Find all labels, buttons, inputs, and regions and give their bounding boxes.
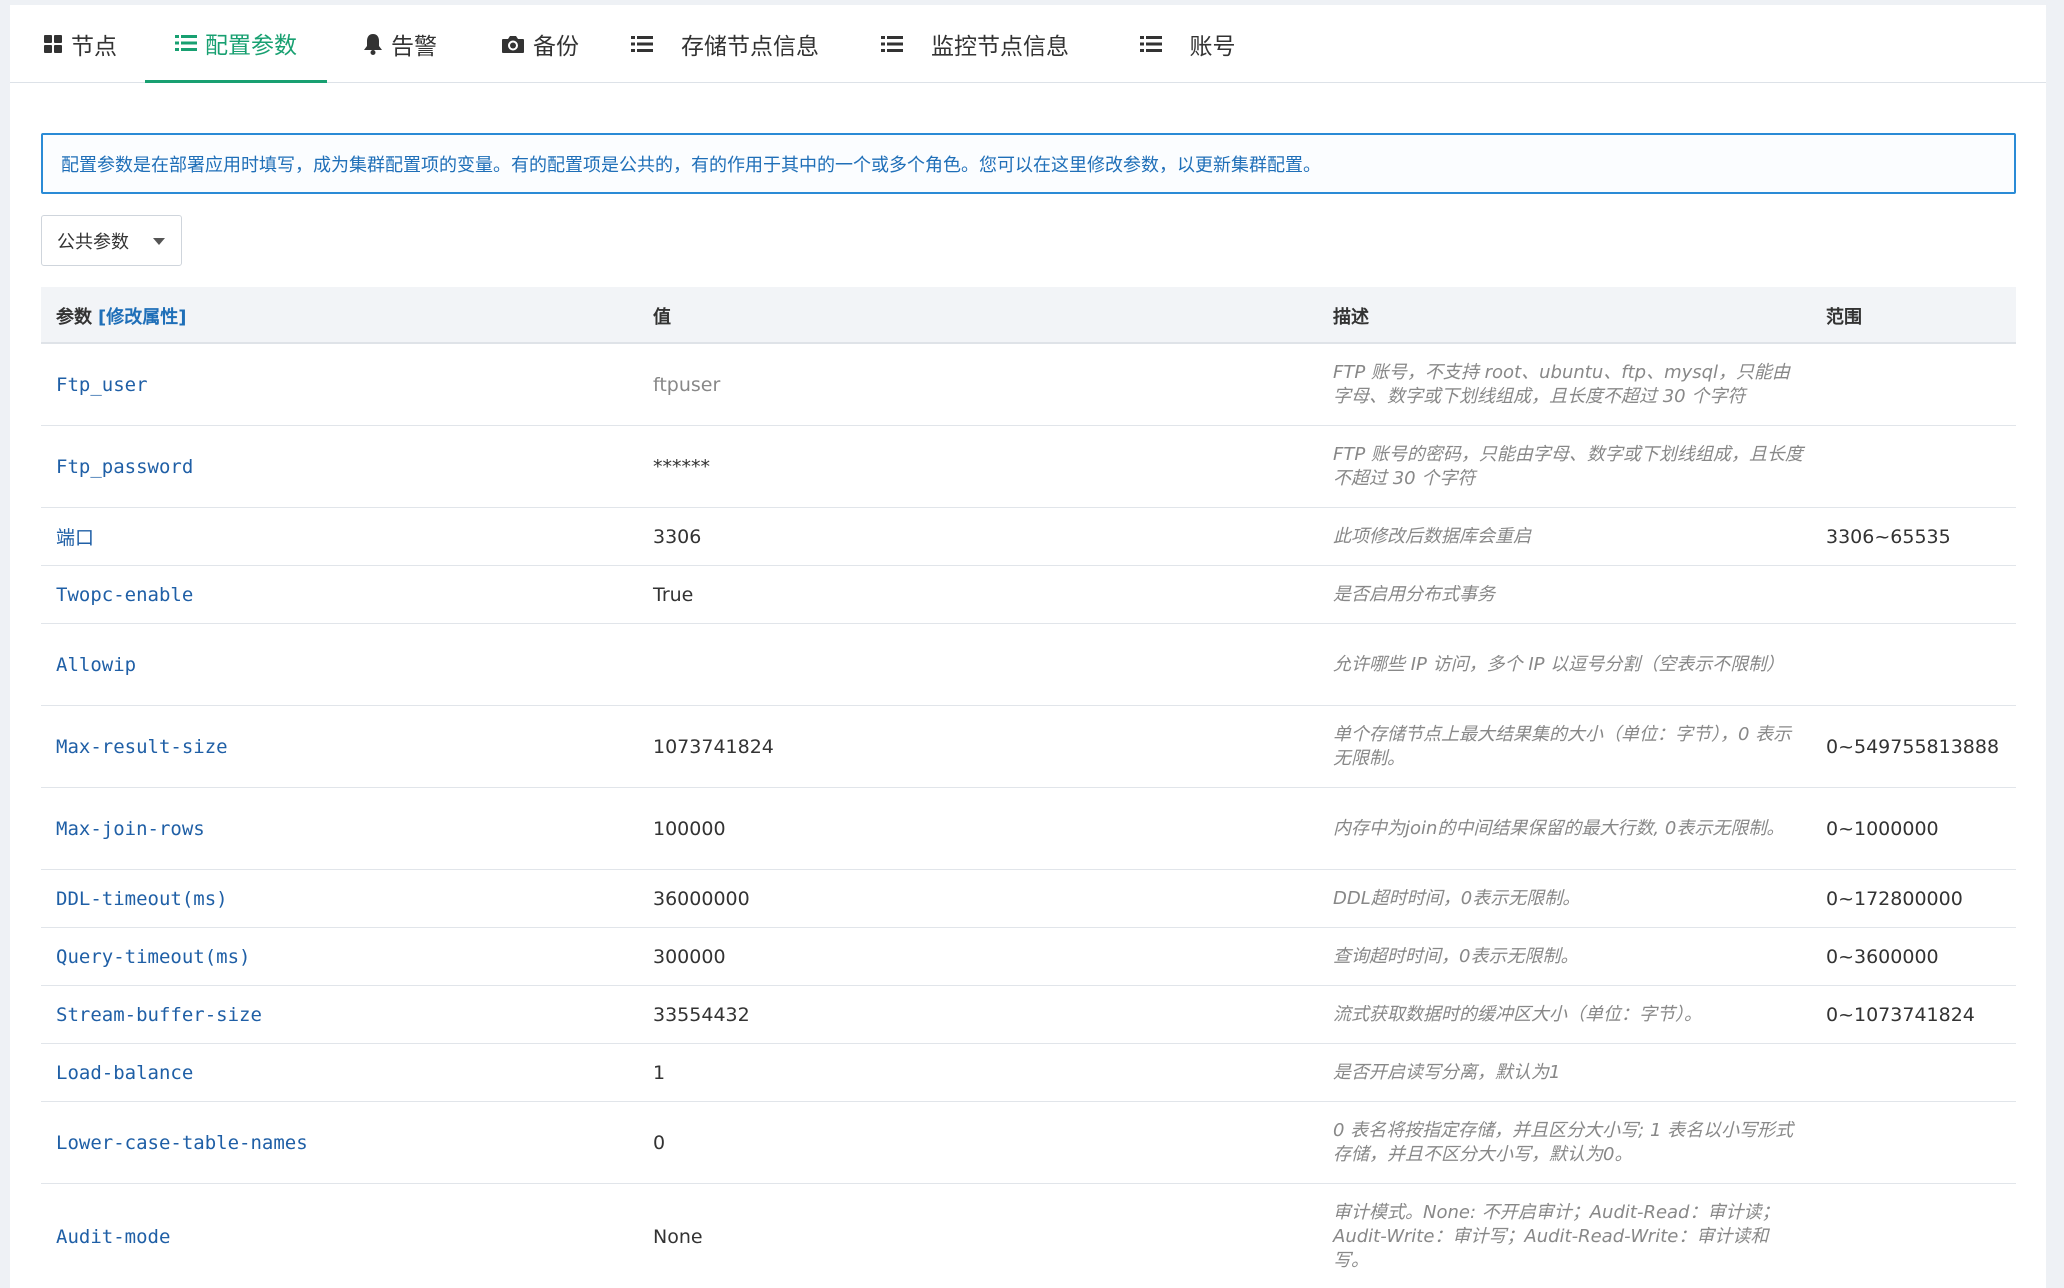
param-link[interactable]: Query-timeout(ms) xyxy=(56,946,250,968)
param-desc: 内存中为join的中间结果保留的最大行数, 0表示无限制。 xyxy=(1333,817,1785,839)
header-param: 参数 [修改属性] xyxy=(56,287,186,344)
bell-icon xyxy=(363,33,383,55)
param-desc: FTP 账号的密码，只能由字母、数字或下划线组成，且长度不超过 30 个字符 xyxy=(1333,443,1803,489)
list-icon xyxy=(175,33,197,53)
info-alert: 配置参数是在部署应用时填写，成为集群配置项的变量。有的配置项是公共的，有的作用于… xyxy=(41,133,2016,194)
grid-icon xyxy=(43,34,63,54)
list-icon xyxy=(881,34,903,54)
tab-alerts[interactable]: 告警 xyxy=(350,5,450,83)
param-link[interactable]: Ftp_password xyxy=(56,456,193,478)
param-value: 33554432 xyxy=(653,1003,750,1026)
param-link[interactable]: Stream-buffer-size xyxy=(56,1004,262,1026)
tab-label: 账号 xyxy=(1189,34,1236,60)
param-link[interactable]: Allowip xyxy=(56,654,136,676)
param-range: 0~549755813888 xyxy=(1826,735,2000,758)
param-scope-select[interactable]: 公共参数 xyxy=(41,215,182,266)
param-link[interactable]: Audit-mode xyxy=(56,1226,170,1248)
params-table: 参数 [修改属性] 值 描述 范围 Ftp_user ftpuser FTP 账… xyxy=(41,287,2016,1288)
header-desc: 描述 xyxy=(1333,306,1369,328)
tab-monitor-node-info[interactable]: 监控节点信息 xyxy=(875,5,1075,83)
param-desc: 查询超时时间，0表示无限制。 xyxy=(1333,945,1579,967)
table-row: 端口 3306 此项修改后数据库会重启 3306~65535 xyxy=(41,508,2016,566)
table-row: Stream-buffer-size 33554432 流式获取数据时的缓冲区大… xyxy=(41,986,2016,1044)
tab-label: 备份 xyxy=(533,34,579,60)
param-value: 1073741824 xyxy=(653,735,774,758)
edit-properties-link[interactable]: [修改属性] xyxy=(98,303,186,329)
table-row: Lower-case-table-names 0 0 表名将按指定存储，并且区分… xyxy=(41,1102,2016,1184)
param-link[interactable]: DDL-timeout(ms) xyxy=(56,888,228,910)
param-range: 0~1073741824 xyxy=(1826,1003,1975,1026)
tab-label: 监控节点信息 xyxy=(931,34,1069,60)
caret-down-icon xyxy=(153,238,165,245)
table-row: Load-balance 1 是否开启读写分离，默认为1 xyxy=(41,1044,2016,1102)
param-desc: 是否启用分布式事务 xyxy=(1333,583,1495,605)
param-link[interactable]: Max-join-rows xyxy=(56,818,205,840)
table-row: Allowip 允许哪些 IP 访问，多个 IP 以逗号分割（空表示不限制） xyxy=(41,624,2016,706)
table-row: Ftp_password ****** FTP 账号的密码，只能由字母、数字或下… xyxy=(41,426,2016,508)
param-desc: 此项修改后数据库会重启 xyxy=(1333,525,1531,547)
table-row: DDL-timeout(ms) 36000000 DDL超时时间，0表示无限制。… xyxy=(41,870,2016,928)
param-link[interactable]: Max-result-size xyxy=(56,736,228,758)
alert-text: 配置参数是在部署应用时填写，成为集群配置项的变量。有的配置项是公共的，有的作用于… xyxy=(61,154,1321,176)
tab-label: 配置参数 xyxy=(205,32,297,59)
select-value: 公共参数 xyxy=(57,231,129,253)
param-value: 36000000 xyxy=(653,887,750,910)
table-header: 参数 [修改属性] 值 描述 范围 xyxy=(41,287,2016,344)
param-value: ****** xyxy=(653,455,710,478)
list-icon xyxy=(1139,34,1162,54)
header-value: 值 xyxy=(653,306,671,328)
header-range: 范围 xyxy=(1826,306,1862,328)
table-row: Max-join-rows 100000 内存中为join的中间结果保留的最大行… xyxy=(41,788,2016,870)
param-link[interactable]: Twopc-enable xyxy=(56,584,193,606)
tab-nodes[interactable]: 节点 xyxy=(30,5,130,83)
table-row: Twopc-enable True 是否启用分布式事务 xyxy=(41,566,2016,624)
param-range: 3306~65535 xyxy=(1826,525,1951,548)
table-row: Query-timeout(ms) 300000 查询超时时间，0表示无限制。 … xyxy=(41,928,2016,986)
list-icon xyxy=(631,34,653,54)
param-range: 0~172800000 xyxy=(1826,887,1963,910)
param-desc: 是否开启读写分离，默认为1 xyxy=(1333,1061,1561,1083)
param-desc: DDL超时时间，0表示无限制。 xyxy=(1333,887,1581,909)
param-link[interactable]: Lower-case-table-names xyxy=(56,1132,308,1154)
header-param-label: 参数 xyxy=(56,306,92,328)
param-desc: 审计模式。None: 不开启审计；Audit-Read：审计读；Audit-Wr… xyxy=(1333,1201,1780,1271)
main-panel: 节点 配置参数 告警 备份 存储节点信息 监控节点信息 账号 配置参数是在部署应… xyxy=(10,5,2046,1288)
tab-bar: 节点 配置参数 告警 备份 存储节点信息 监控节点信息 账号 xyxy=(10,5,2046,83)
tab-storage-node-info[interactable]: 存储节点信息 xyxy=(625,5,825,83)
param-desc: FTP 账号，不支持 root、ubuntu、ftp、mysql，只能由字母、数… xyxy=(1333,361,1791,407)
param-link[interactable]: Load-balance xyxy=(56,1062,193,1084)
param-link[interactable]: Ftp_user xyxy=(56,374,148,396)
tab-backup[interactable]: 备份 xyxy=(490,5,590,83)
param-desc: 单个存储节点上最大结果集的大小（单位：字节），0 表示无限制。 xyxy=(1333,723,1792,769)
tab-label: 节点 xyxy=(71,34,117,60)
param-value: 100000 xyxy=(653,817,726,840)
param-value: 300000 xyxy=(653,945,726,968)
param-value: 1 xyxy=(653,1061,666,1084)
param-link[interactable]: 端口 xyxy=(56,523,94,550)
param-value: True xyxy=(653,583,694,606)
table-row: Max-result-size 1073741824 单个存储节点上最大结果集的… xyxy=(41,706,2016,788)
tab-config-params[interactable]: 配置参数 xyxy=(145,5,327,83)
param-value: None xyxy=(653,1225,703,1248)
param-value: ftpuser xyxy=(653,373,721,396)
table-row: Ftp_user ftpuser FTP 账号，不支持 root、ubuntu、… xyxy=(41,344,2016,426)
param-range: 0~3600000 xyxy=(1826,945,1939,968)
param-desc: 流式获取数据时的缓冲区大小（单位：字节）。 xyxy=(1333,1003,1702,1025)
param-value: 3306 xyxy=(653,525,702,548)
tab-label: 告警 xyxy=(391,34,437,60)
tab-accounts[interactable]: 账号 xyxy=(1125,5,1250,83)
param-range: 0~1000000 xyxy=(1826,817,1939,840)
camera-icon xyxy=(501,34,525,54)
table-row: Audit-mode None 审计模式。None: 不开启审计；Audit-R… xyxy=(41,1184,2016,1288)
param-value: 0 xyxy=(653,1131,666,1154)
param-desc: 允许哪些 IP 访问，多个 IP 以逗号分割（空表示不限制） xyxy=(1333,653,1785,675)
tab-label: 存储节点信息 xyxy=(681,34,819,60)
param-desc: 0 表名将按指定存储，并且区分大小写; 1 表名以小写形式存储，并且不区分大小写… xyxy=(1333,1119,1794,1165)
